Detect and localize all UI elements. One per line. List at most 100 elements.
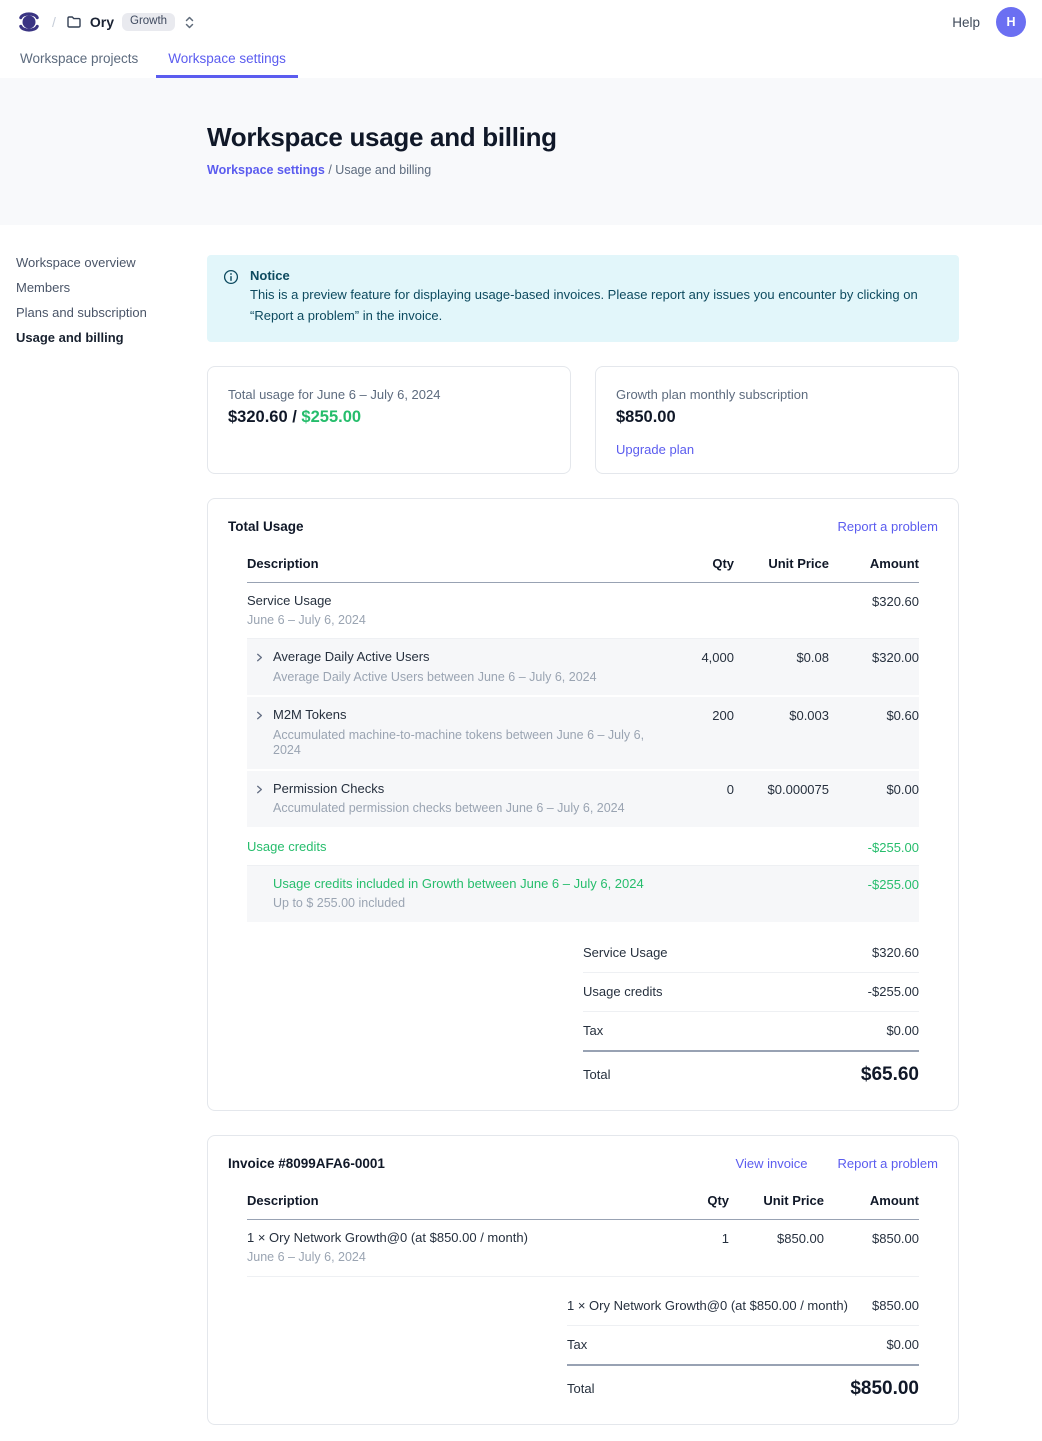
row-title: Usage credits included in Growth between… bbox=[273, 876, 664, 892]
sidenav-item[interactable]: Usage and billing bbox=[16, 331, 191, 344]
invoice-panel: Invoice #8099AFA6-0001 View invoice Repo… bbox=[207, 1135, 959, 1425]
total-usage-card: Total usage for June 6 – July 6, 2024 $3… bbox=[207, 366, 571, 474]
invoice-table-header: Description Qty Unit Price Amount bbox=[247, 1193, 919, 1220]
expand-row-chevron-icon[interactable] bbox=[254, 652, 265, 663]
page-header: Workspace usage and billing Workspace se… bbox=[0, 78, 1042, 225]
settings-sidenav: Workspace overview Members Plans and sub… bbox=[16, 256, 191, 344]
row-qty: 0 bbox=[664, 781, 734, 797]
usage-table-header: Description Qty Unit Price Amount bbox=[247, 556, 919, 583]
plan-badge: Growth bbox=[122, 13, 175, 31]
total-value: $65.60 bbox=[861, 1064, 919, 1086]
summary-label: Usage credits bbox=[583, 984, 662, 999]
expand-row-chevron-icon[interactable] bbox=[254, 784, 265, 795]
row-qty: 200 bbox=[664, 707, 734, 723]
usage-table: Description Qty Unit Price Amount Servic… bbox=[247, 556, 919, 924]
summary-label: 1 × Ory Network Growth@0 (at $850.00 / m… bbox=[567, 1298, 848, 1313]
view-invoice-link[interactable]: View invoice bbox=[736, 1156, 808, 1171]
total-usage-panel: Total Usage Report a problem Description… bbox=[207, 498, 959, 1111]
workspace-switcher[interactable]: Ory Growth bbox=[66, 13, 196, 31]
invoice-summary: 1 × Ory Network Growth@0 (at $850.00 / m… bbox=[567, 1287, 919, 1400]
row-unit-price bbox=[734, 593, 829, 594]
selector-chevrons-icon bbox=[183, 15, 196, 30]
usage-table-row: Usage credits included in Growth between… bbox=[247, 866, 919, 924]
summary-value: -$255.00 bbox=[868, 984, 919, 999]
report-problem-link[interactable]: Report a problem bbox=[838, 519, 938, 534]
breadcrumb-current: / Usage and billing bbox=[328, 163, 431, 177]
plan-card-label: Growth plan monthly subscription bbox=[616, 387, 938, 402]
info-icon bbox=[223, 269, 239, 327]
row-subtitle: June 6 – July 6, 2024 bbox=[247, 1250, 681, 1266]
page-title: Workspace usage and billing bbox=[207, 122, 1042, 153]
invoice-table-row: 1 × Ory Network Growth@0 (at $850.00 / m… bbox=[247, 1220, 919, 1277]
notice-body: This is a preview feature for displaying… bbox=[250, 285, 940, 327]
ory-logo-icon[interactable] bbox=[16, 9, 42, 35]
invoice-table: Description Qty Unit Price Amount 1 × Or… bbox=[247, 1193, 919, 1277]
preview-notice: Notice This is a preview feature for dis… bbox=[207, 255, 959, 342]
row-amount: -$255.00 bbox=[829, 876, 919, 892]
workspace-tab[interactable]: Workspace settings bbox=[156, 44, 298, 78]
row-title: Service Usage bbox=[247, 593, 664, 609]
summary-label: Service Usage bbox=[583, 945, 668, 960]
breadcrumb-link[interactable]: Workspace settings bbox=[207, 163, 325, 177]
plan-card: Growth plan monthly subscription $850.00… bbox=[595, 366, 959, 474]
sidenav-item[interactable]: Members bbox=[16, 281, 191, 294]
row-qty: 1 bbox=[681, 1230, 729, 1246]
top-bar: / Ory Growth Help H bbox=[0, 0, 1042, 44]
row-qty bbox=[664, 876, 734, 877]
row-subtitle: June 6 – July 6, 2024 bbox=[247, 613, 664, 629]
total-value: $850.00 bbox=[850, 1378, 919, 1400]
usage-credit-value: $255.00 bbox=[301, 408, 361, 426]
help-link[interactable]: Help bbox=[952, 15, 980, 30]
summary-label: Tax bbox=[567, 1337, 587, 1352]
workspace-tab[interactable]: Workspace projects bbox=[8, 44, 150, 78]
summary-row: Usage credits -$255.00 bbox=[583, 973, 919, 1012]
expand-row-chevron-icon[interactable] bbox=[254, 710, 265, 721]
sidenav-item[interactable]: Plans and subscription bbox=[16, 306, 191, 319]
user-avatar[interactable]: H bbox=[996, 7, 1026, 37]
row-unit-price: $0.08 bbox=[734, 649, 829, 665]
row-title: 1 × Ory Network Growth@0 (at $850.00 / m… bbox=[247, 1230, 681, 1246]
row-subtitle: Average Daily Active Users between June … bbox=[273, 670, 664, 686]
folder-icon bbox=[66, 14, 82, 30]
plan-card-value: $850.00 bbox=[616, 408, 938, 427]
row-title: Usage credits bbox=[247, 839, 664, 855]
usage-table-row: Usage credits -$255.00 bbox=[247, 829, 919, 866]
notice-title: Notice bbox=[250, 268, 940, 283]
usage-card-label: Total usage for June 6 – July 6, 2024 bbox=[228, 387, 550, 402]
usage-summary: Service Usage $320.60 Usage credits -$25… bbox=[583, 934, 919, 1086]
row-title: Permission Checks bbox=[273, 781, 664, 797]
main-content: Notice This is a preview feature for dis… bbox=[207, 225, 959, 1441]
usage-table-row: Average Daily Active Users Average Daily… bbox=[247, 639, 919, 697]
summary-cards: Total usage for June 6 – July 6, 2024 $3… bbox=[207, 366, 959, 474]
row-subtitle: Up to $ 255.00 included bbox=[273, 896, 664, 912]
row-amount: $0.00 bbox=[829, 781, 919, 797]
row-qty: 4,000 bbox=[664, 649, 734, 665]
sidenav-item[interactable]: Workspace overview bbox=[16, 256, 191, 269]
invoice-title: Invoice #8099AFA6-0001 bbox=[228, 1156, 385, 1171]
row-unit-price bbox=[734, 876, 829, 877]
summary-value: $0.00 bbox=[886, 1023, 919, 1038]
usage-panel-title: Total Usage bbox=[228, 519, 304, 534]
row-amount: $320.60 bbox=[829, 593, 919, 609]
row-amount: $0.60 bbox=[829, 707, 919, 723]
total-label: Total bbox=[583, 1067, 610, 1082]
summary-row: Tax $0.00 bbox=[583, 1012, 919, 1052]
summary-row: 1 × Ory Network Growth@0 (at $850.00 / m… bbox=[567, 1287, 919, 1326]
summary-value: $850.00 bbox=[872, 1298, 919, 1313]
workspace-name: Ory bbox=[90, 14, 114, 30]
breadcrumb: Workspace settings / Usage and billing bbox=[207, 163, 1042, 177]
row-unit-price bbox=[734, 839, 829, 840]
total-label: Total bbox=[567, 1381, 594, 1396]
row-qty bbox=[664, 593, 734, 594]
row-unit-price: $0.003 bbox=[734, 707, 829, 723]
upgrade-plan-link[interactable]: Upgrade plan bbox=[616, 442, 694, 457]
row-title: Average Daily Active Users bbox=[273, 649, 664, 665]
usage-total-row: Total $65.60 bbox=[583, 1052, 919, 1086]
row-amount: -$255.00 bbox=[829, 839, 919, 855]
row-unit-price: $850.00 bbox=[729, 1230, 824, 1246]
invoice-report-problem-link[interactable]: Report a problem bbox=[838, 1156, 938, 1171]
summary-value: $0.00 bbox=[886, 1337, 919, 1352]
invoice-total-row: Total $850.00 bbox=[567, 1366, 919, 1400]
row-title: M2M Tokens bbox=[273, 707, 664, 723]
usage-table-row: Service Usage June 6 – July 6, 2024 $320… bbox=[247, 583, 919, 640]
